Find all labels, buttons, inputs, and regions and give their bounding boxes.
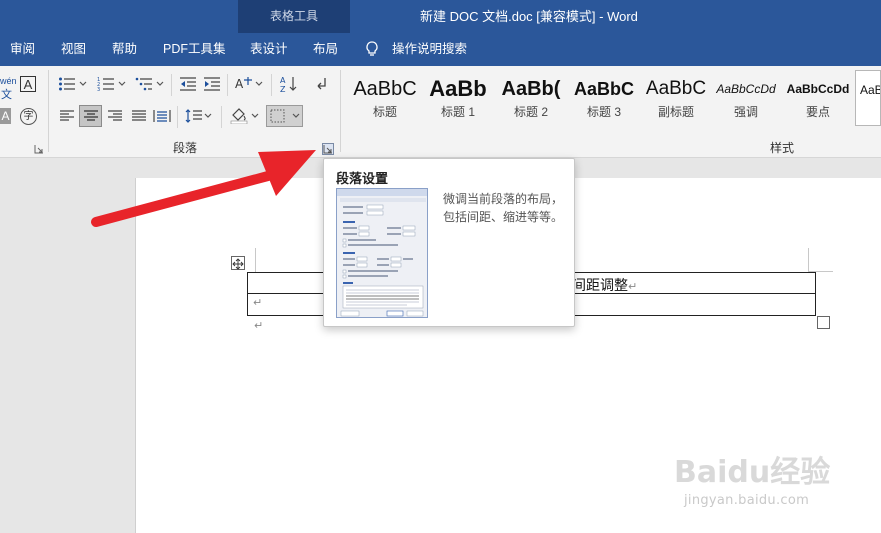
style-name: 标题 3 [586, 105, 621, 119]
style-sample: AaBb [429, 76, 487, 101]
borders-icon[interactable] [266, 105, 303, 127]
ribbon-separator [340, 70, 341, 152]
tab-layout[interactable]: 布局 [313, 33, 338, 66]
align-center-icon[interactable] [79, 105, 102, 127]
window-title: 新建 DOC 文档.doc [兼容模式] - Word [420, 9, 638, 24]
increase-indent-icon[interactable] [201, 74, 223, 94]
ribbon-separator [171, 74, 172, 96]
paragraph-group-label: 段落 [173, 141, 198, 155]
tooltip-title: 段落设置 [336, 171, 389, 186]
chinese-layout-icon[interactable]: A [233, 74, 255, 94]
line-spacing-icon[interactable] [183, 106, 205, 126]
style-name: 标题 [372, 105, 397, 119]
ribbon-separator [177, 106, 178, 128]
svg-text:A: A [280, 76, 286, 85]
tab-view[interactable]: 视图 [61, 33, 86, 66]
style-sample: AaBbC [645, 78, 707, 99]
numbering-dropdown-icon[interactable] [117, 74, 127, 94]
style-sample: AaBb( [501, 78, 561, 100]
style-name: 标题 1 [440, 105, 475, 119]
paragraph-mark: ↵ [254, 320, 264, 332]
table-resize-handle[interactable] [817, 316, 830, 329]
style-title[interactable]: AaBbC 标题 [349, 70, 421, 126]
style-name: 要点 [805, 105, 830, 119]
shading-icon[interactable] [228, 105, 250, 125]
style-subtitle[interactable]: AaBbC 副标题 [640, 70, 712, 126]
multilevel-list-icon[interactable] [133, 74, 155, 94]
tell-me-search[interactable]: 操作说明搜索 [392, 33, 467, 66]
style-strong[interactable]: AaBbCcDd 要点 [782, 70, 854, 126]
style-sample: AaBbC [353, 78, 417, 100]
ribbon-separator [48, 70, 49, 152]
justify-icon[interactable] [128, 106, 150, 126]
contextual-tab-group-label: 表格工具 [269, 9, 318, 23]
align-right-icon[interactable] [104, 106, 126, 126]
paragraph-dialog-launcher-icon[interactable] [322, 143, 334, 155]
multilevel-dropdown-icon[interactable] [155, 74, 165, 94]
distributed-align-icon[interactable] [151, 106, 173, 126]
style-heading-3[interactable]: AaBbC 标题 3 [568, 70, 640, 126]
watermark-brand-text: Baidu经验 [674, 455, 830, 490]
font-dialog-launcher-icon[interactable] [33, 143, 45, 155]
decrease-indent-icon[interactable] [177, 74, 199, 94]
cell-text-content: 间距调整 [572, 277, 628, 293]
tab-pdf-tools[interactable]: PDF工具集 [163, 33, 226, 66]
style-name: 标题 2 [513, 105, 548, 119]
style-name: 强调 [733, 105, 758, 119]
chinese-layout-dropdown-icon[interactable] [254, 74, 264, 94]
table-cell-text[interactable]: 间距调整↵ [572, 275, 637, 295]
paragraph-mark: ↵ [628, 281, 638, 293]
table-move-handle[interactable] [231, 256, 245, 270]
paragraph-dialog-preview-image [336, 188, 428, 318]
bullets-dropdown-icon[interactable] [78, 74, 88, 94]
margin-guide [255, 248, 256, 272]
ribbon-separator [221, 106, 222, 128]
shading-dropdown-icon[interactable] [250, 106, 260, 126]
ribbon-separator [227, 74, 228, 96]
sort-icon[interactable]: AZ [278, 74, 300, 94]
tab-review[interactable]: 审阅 [10, 33, 35, 66]
svg-text:A: A [235, 77, 244, 91]
align-left-icon[interactable] [56, 106, 78, 126]
style-sample: AaBbC [573, 79, 634, 99]
numbering-icon[interactable]: 123 [95, 74, 117, 94]
style-sample: AaBbCcDd [786, 82, 850, 96]
style-heading-2[interactable]: AaBb( 标题 2 [495, 70, 567, 126]
phonetic-guide-icon[interactable]: wén [0, 76, 17, 86]
style-heading-1[interactable]: AaBb 标题 1 [422, 70, 494, 126]
styles-group-label: 样式 [770, 141, 795, 155]
line-spacing-dropdown-icon[interactable] [203, 106, 213, 126]
svg-text:3: 3 [97, 87, 100, 92]
margin-guide [808, 248, 809, 272]
tab-table-design[interactable]: 表设计 [250, 33, 288, 66]
tab-help[interactable]: 帮助 [112, 33, 137, 66]
show-paragraph-marks-icon[interactable] [310, 74, 332, 94]
paragraph-settings-tooltip: 段落设置 微调当前段落的布局，包括间距、缩进等等。 [323, 158, 575, 327]
watermark-url: jingyan.baidu.com [684, 493, 810, 508]
style-emphasis[interactable]: AaBbCcDd 强调 [710, 70, 782, 126]
enclose-characters-icon[interactable]: 字 [20, 108, 37, 125]
svg-text:Z: Z [280, 85, 286, 93]
paragraph-mark: ↵ [253, 297, 263, 309]
style-sample: AaBbCcDd [716, 82, 776, 96]
lightbulb-icon[interactable] [365, 41, 379, 57]
ribbon-separator [271, 74, 272, 96]
style-normal[interactable]: AaB [855, 70, 881, 126]
style-name: 副标题 [657, 105, 694, 119]
tooltip-description: 微调当前段落的布局，包括间距、缩进等等。 [443, 192, 564, 224]
bullets-icon[interactable] [56, 74, 78, 94]
character-border-icon[interactable]: A [20, 76, 36, 92]
character-shading-icon[interactable]: A [0, 108, 11, 124]
style-sample: AaB [860, 83, 880, 97]
phonetic-guide-char: 文 [1, 89, 12, 101]
